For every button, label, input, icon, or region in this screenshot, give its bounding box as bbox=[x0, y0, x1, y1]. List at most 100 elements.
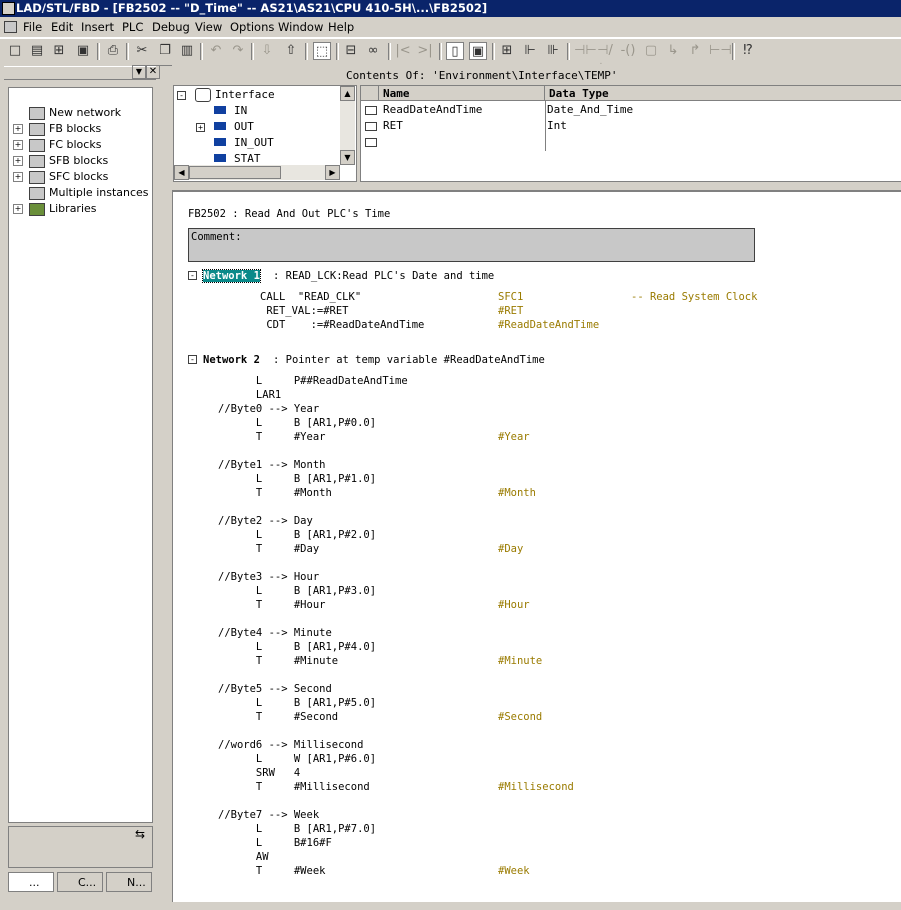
code-line[interactable]: L B [AR1,P#5.0] bbox=[218, 697, 376, 710]
menu-options[interactable]: Options bbox=[230, 20, 274, 34]
code-line[interactable]: //Byte1 --> Month bbox=[218, 459, 325, 472]
code-line[interactable]: LAR1 bbox=[218, 389, 281, 402]
menu-help[interactable]: Help bbox=[328, 20, 354, 34]
column-data-type[interactable]: Data Type bbox=[545, 86, 901, 101]
code-line[interactable]: //Byte4 --> Minute bbox=[218, 627, 332, 640]
download-icon[interactable]: ⇩ bbox=[258, 42, 276, 60]
pane-dropdown-icon[interactable]: ▼ bbox=[132, 65, 146, 79]
column-name[interactable]: Name bbox=[379, 86, 545, 101]
new-network-icon[interactable]: ⊞ bbox=[498, 42, 516, 60]
upload-icon[interactable]: ⇧ bbox=[282, 42, 300, 60]
code-line[interactable]: T #Hour bbox=[218, 599, 326, 612]
menu-edit[interactable]: Edit bbox=[51, 20, 73, 34]
code-line[interactable]: T #Millisecond bbox=[218, 781, 370, 794]
help-icon[interactable]: ⁉ bbox=[739, 42, 757, 60]
code-line[interactable]: //Byte5 --> Second bbox=[218, 683, 332, 696]
code-line[interactable]: AW bbox=[218, 851, 269, 864]
new-icon[interactable]: □ bbox=[6, 42, 24, 60]
catalog-item-sfc-blocks[interactable]: + SFC blocks bbox=[9, 169, 152, 185]
interface-tree[interactable]: - Interface IN + OUT IN_OUT STAT ▲ ▼ ◀ ▶ bbox=[173, 85, 357, 182]
connection-icon[interactable]: ⊢⊣ bbox=[709, 42, 732, 60]
code-line[interactable]: CALL "READ_CLK" bbox=[260, 291, 361, 304]
code-line[interactable]: //Byte3 --> Hour bbox=[218, 571, 319, 584]
glasses-icon[interactable]: ∞ bbox=[364, 42, 382, 60]
tab-network[interactable]: N... bbox=[106, 872, 152, 892]
empty-box-icon[interactable]: ▢ bbox=[642, 42, 660, 60]
expand-icon[interactable]: + bbox=[13, 124, 23, 134]
code-line[interactable]: L B [AR1,P#1.0] bbox=[218, 473, 376, 486]
save-icon[interactable]: ▣ bbox=[74, 42, 92, 60]
tree-hscroll[interactable]: ◀ ▶ bbox=[174, 165, 340, 180]
code-line[interactable]: T #Day bbox=[218, 543, 319, 556]
open-branch-icon[interactable]: ↳ bbox=[664, 42, 682, 60]
collapse-icon[interactable]: - bbox=[177, 91, 186, 100]
code-line[interactable]: //word6 --> Millisecond bbox=[218, 739, 363, 752]
branch-icon[interactable]: ⊩ bbox=[521, 42, 539, 60]
scroll-up-icon[interactable]: ▲ bbox=[340, 86, 355, 101]
normally-open-icon[interactable]: ⊣⊢ bbox=[574, 42, 597, 60]
tab-overview[interactable]: ... bbox=[8, 872, 54, 892]
catalog-item-sfb-blocks[interactable]: + SFB blocks bbox=[9, 153, 152, 169]
code-line[interactable]: RET_VAL:=#RET bbox=[260, 305, 348, 318]
overview-icon[interactable]: ▯ bbox=[446, 42, 464, 60]
code-line[interactable]: T #Second bbox=[218, 711, 338, 724]
catalog-item-fb-blocks[interactable]: + FB blocks bbox=[9, 121, 152, 137]
copy-icon[interactable]: ❐ bbox=[156, 42, 174, 60]
parallel-icon[interactable]: ⊪ bbox=[544, 42, 562, 60]
catalog-item-multiple-instances[interactable]: Multiple instances bbox=[9, 185, 152, 201]
undo-icon[interactable]: ↶ bbox=[207, 42, 225, 60]
code-line[interactable]: T #Year bbox=[218, 431, 326, 444]
row-name[interactable]: RET bbox=[383, 119, 403, 132]
menu-window[interactable]: Window bbox=[278, 20, 323, 34]
tree-view-icon[interactable]: ⊟ bbox=[342, 42, 360, 60]
catalog-item-new-network[interactable]: New network bbox=[9, 105, 152, 121]
previous-network-icon[interactable]: |< bbox=[394, 42, 412, 60]
menu-file[interactable]: File bbox=[23, 20, 42, 34]
code-line[interactable]: T #Month bbox=[218, 487, 332, 500]
catalog-tree[interactable]: New network + FB blocks + FC blocks + SF… bbox=[8, 87, 153, 823]
menu-insert[interactable]: Insert bbox=[81, 20, 114, 34]
info-toggle-icon[interactable]: ⇆ bbox=[129, 827, 151, 845]
row-name[interactable]: ReadDateAndTime bbox=[383, 103, 482, 116]
menu-debug[interactable]: Debug bbox=[152, 20, 190, 34]
row-type[interactable]: Date_And_Time bbox=[547, 103, 633, 116]
expand-icon[interactable]: + bbox=[13, 156, 23, 166]
code-line[interactable]: L B [AR1,P#0.0] bbox=[218, 417, 376, 430]
scroll-thumb[interactable] bbox=[189, 166, 281, 179]
open-icon[interactable]: ▤ bbox=[28, 42, 46, 60]
block-comment[interactable]: Comment: bbox=[188, 228, 755, 262]
coil-icon[interactable]: -() bbox=[619, 42, 637, 60]
details-icon[interactable]: ▣ bbox=[469, 42, 487, 60]
code-line[interactable]: SRW 4 bbox=[218, 767, 300, 780]
code-line[interactable]: L B#16#F bbox=[218, 837, 332, 850]
cut-icon[interactable]: ✂ bbox=[133, 42, 151, 60]
normally-closed-icon[interactable]: ⊣/⊢ bbox=[596, 42, 614, 76]
scroll-right-icon[interactable]: ▶ bbox=[325, 165, 340, 180]
code-line[interactable]: L P##ReadDateAndTime bbox=[218, 375, 408, 388]
network2-label[interactable]: Network 2 bbox=[203, 354, 260, 367]
code-line[interactable]: //Byte2 --> Day bbox=[218, 515, 313, 528]
pane-close-icon[interactable]: ✕ bbox=[146, 65, 160, 79]
code-line[interactable]: T #Minute bbox=[218, 655, 338, 668]
tab-call-structure[interactable]: C... bbox=[57, 872, 103, 892]
code-line[interactable]: L B [AR1,P#3.0] bbox=[218, 585, 376, 598]
menu-view[interactable]: View bbox=[195, 20, 222, 34]
expand-icon[interactable]: + bbox=[13, 204, 23, 214]
menu-plc[interactable]: PLC bbox=[122, 20, 143, 34]
code-line[interactable]: //Byte0 --> Year bbox=[218, 403, 319, 416]
code-line[interactable]: L W [AR1,P#6.0] bbox=[218, 753, 376, 766]
scroll-down-icon[interactable]: ▼ bbox=[340, 150, 355, 165]
catalog-item-fc-blocks[interactable]: + FC blocks bbox=[9, 137, 152, 153]
code-line[interactable]: L B [AR1,P#2.0] bbox=[218, 529, 376, 542]
close-branch-icon[interactable]: ↱ bbox=[686, 42, 704, 60]
next-network-icon[interactable]: >| bbox=[416, 42, 434, 60]
scroll-left-icon[interactable]: ◀ bbox=[174, 165, 189, 180]
network2-title[interactable]: : Pointer at temp variable #ReadDateAndT… bbox=[273, 354, 545, 367]
tree-vscroll[interactable]: ▲ ▼ bbox=[340, 86, 355, 165]
redo-icon[interactable]: ↷ bbox=[229, 42, 247, 60]
catalog-item-libraries[interactable]: + Libraries bbox=[9, 201, 152, 217]
declaration-table[interactable]: Name Data Type ReadDateAndTime Date_And_… bbox=[360, 85, 901, 182]
code-line[interactable]: //Byte7 --> Week bbox=[218, 809, 319, 822]
row-type[interactable]: Int bbox=[547, 119, 567, 132]
collapse-network1-icon[interactable]: - bbox=[188, 271, 197, 280]
